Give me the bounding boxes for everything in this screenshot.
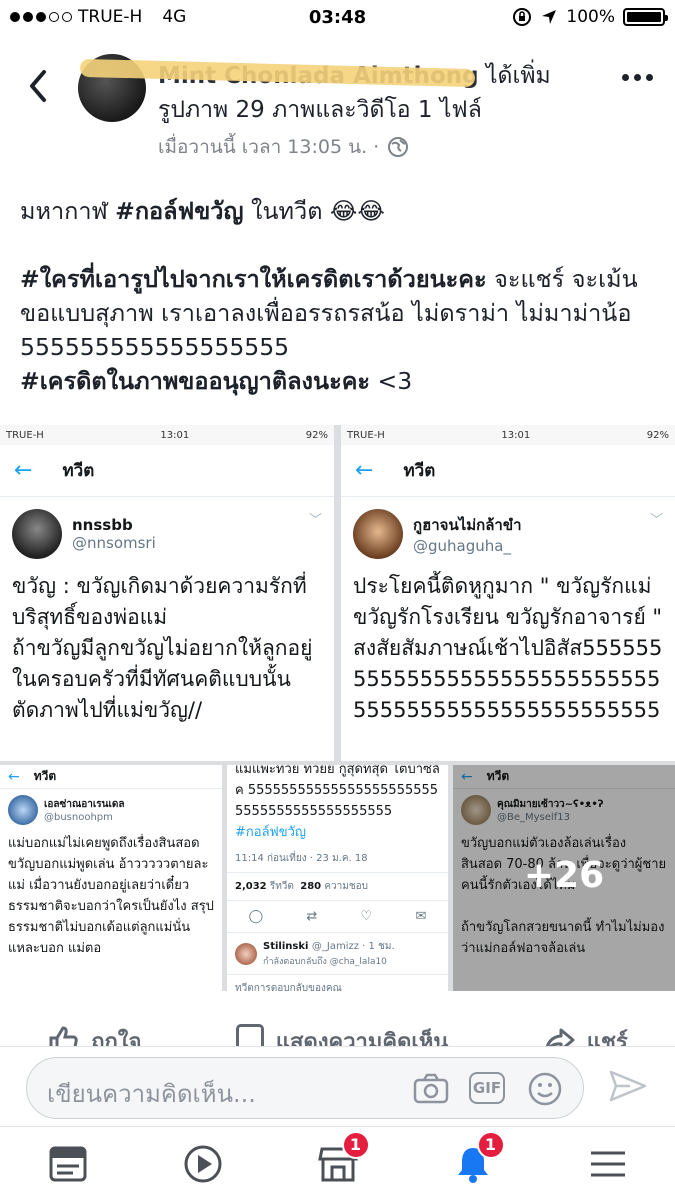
hashtag-golf-kwan[interactable]: #กอล์ฟขวัญ [115, 197, 243, 225]
camera-icon[interactable] [413, 1072, 449, 1106]
tweet-timestamp: 11:14 ก่อนเที่ยง · 23 ม.ค. 18 [235, 853, 368, 864]
mail-icon: ✉ [415, 909, 427, 924]
photo-1[interactable]: TRUE-H 13:01 92% ← ทวีต nnssbb @nnsomsri ﹀ ข… [0, 425, 334, 761]
post-body: มหากาฬ #กอล์ฟขวัญ ในทวีต 😂😂 #ใครที่เอารู… [20, 194, 660, 398]
tweet-author: nnssbb @nnsomsri ﹀ [0, 497, 334, 571]
tweet-header: ← ทวีต [0, 765, 222, 789]
tweet-author: เอลซ่าณอาเรนเดล @busnoohpm [0, 789, 222, 831]
hashtag-credit[interactable]: #ใครที่เอารูปไปจากเราให้เครดิตเราด้วยนะค… [20, 265, 487, 293]
send-icon[interactable] [608, 1069, 648, 1103]
photo-5[interactable]: ← ทวีต คุณมิมายเซ้าวว~ʕ•ᴥ•ʔ @Be_Myself13 ข… [453, 765, 675, 991]
back-arrow-icon[interactable] [24, 66, 54, 106]
tab-marketplace[interactable]: 1 [308, 1130, 370, 1189]
battery-icon [623, 8, 668, 26]
post-para3: #เครดิตในภาพขออนุญาติลงนะคะ <3 [20, 367, 413, 395]
marketplace-badge: 1 [341, 1130, 370, 1159]
reply-input: ทวีตการตอบกลับของคุณ [227, 974, 448, 991]
tab-watch[interactable] [173, 1139, 233, 1189]
network-label: 4G [162, 7, 187, 27]
tweet-text: แมแพะทวย ทวยย กูสุดทสุด โตบาซิลัค 555555… [235, 765, 440, 840]
post-summary: รูปภาพ 29 ภาพและวิดีโอ 1 ไฟล์ [158, 97, 482, 123]
chevron-down-icon: ﹀ [308, 513, 322, 528]
notifications-badge: 1 [476, 1130, 505, 1159]
comment-composer: เขียนความคิดเห็น... GIF [0, 1046, 675, 1124]
tab-news-feed[interactable] [38, 1139, 98, 1189]
back-arrow-icon: ← [8, 768, 20, 785]
battery-percent: 100% [566, 7, 615, 27]
tweet-avatar [12, 509, 62, 559]
back-arrow-icon: ← [14, 458, 33, 483]
tweet-actions: ◯ ⇄ ♡ ✉ [227, 901, 448, 933]
retweet-icon: ⇄ [306, 909, 318, 924]
signal-strength-icon [10, 12, 72, 22]
globe-icon [388, 137, 409, 157]
tweet-text: ขวัญ : ขวัญเกิดมาด้วยความรักที่บริสุทธิ์… [12, 574, 313, 722]
photo-status-bar: TRUE-H 13:01 92% [341, 425, 675, 445]
bottom-tab-bar: 1 1 [0, 1126, 675, 1200]
play-icon [184, 1145, 221, 1182]
status-bar: TRUE-H 4G 03:48 100% [0, 0, 675, 34]
more-options-icon[interactable] [622, 74, 653, 81]
tweet-stats: 2,032 รีทวีต 280 ความชอบ [227, 872, 448, 901]
post-header: Mint Chonlada Aimthong ได้เพิ่ม รูปภาพ 2… [0, 44, 675, 164]
photo-status-bar: TRUE-H 13:01 92% [0, 425, 334, 445]
post-para2: #ใครที่เอารูปไปจากเราให้เครดิตเราด้วยนะค… [20, 265, 639, 361]
tab-notifications[interactable]: 1 [443, 1130, 505, 1189]
reply-author: Stilinski @_Jamizz · 1 ชม. กำลังตอบกลับถึ… [227, 933, 448, 974]
photo-4[interactable]: แมแพะทวย ทวยย กูสุดทสุด โตบาซิลัค 555555… [227, 765, 448, 991]
tweet-header: ← ทวีต [341, 445, 675, 497]
comment-placeholder: เขียนความคิดเห็น... [47, 1080, 256, 1108]
reply-icon: ◯ [248, 909, 264, 924]
tweet-header: ← ทวีต [0, 445, 334, 497]
hamburger-menu-icon [590, 1151, 625, 1176]
back-arrow-icon: ← [355, 458, 374, 483]
location-arrow-icon [542, 10, 557, 24]
gif-icon[interactable]: GIF [469, 1072, 505, 1104]
tweet-text: ประโยคนี้ติดหูกูมาก " ขวัญรักแม่ ขวัญรัก… [353, 574, 669, 722]
carrier-label: TRUE-H [78, 7, 143, 27]
news-feed-icon [49, 1146, 86, 1181]
tab-menu[interactable] [578, 1139, 638, 1189]
more-photos-count: +26 [523, 855, 605, 896]
tweet-text: แม่บอกแม่ไม่เคยพูดถึงเรื่องสินสอด ขวัญบอ… [8, 836, 214, 956]
photo-grid: TRUE-H 13:01 92% ← ทวีต nnssbb @nnsomsri ﹀ ข… [0, 425, 675, 991]
tweet-avatar [353, 509, 403, 559]
reply-avatar [235, 942, 257, 965]
post-action: ได้เพิ่ม [485, 63, 551, 89]
tweet-avatar [8, 795, 38, 825]
photo-3[interactable]: ← ทวีต เอลซ่าณอาเรนเดล @busnoohpm แม่บอกแม… [0, 765, 222, 991]
hashtag-golf-kwan: #กอล์ฟขวัญ [235, 825, 307, 840]
post-meta: เมื่อวานนี้ เวลา 13:05 น. · [158, 132, 409, 162]
heart-icon: ♡ [360, 909, 373, 924]
post-timestamp[interactable]: เมื่อวานนี้ เวลา 13:05 น. · [158, 132, 379, 162]
post-line1: มหากาฬ #กอล์ฟขวัญ ในทวีต 😂😂 [20, 197, 385, 225]
emoji-icon[interactable] [527, 1072, 563, 1106]
chevron-down-icon: ﹀ [649, 513, 663, 528]
rotation-lock-icon [513, 8, 532, 26]
comment-input[interactable]: เขียนความคิดเห็น... GIF [26, 1057, 584, 1119]
photo-2[interactable]: TRUE-H 13:01 92% ← ทวีต กูฮาจนไม่กล้าขำ @guh… [341, 425, 675, 761]
tweet-author: กูฮาจนไม่กล้าขำ @guhaguha_ ﹀ [341, 497, 675, 571]
hashtag-credit-permission[interactable]: #เครดิตในภาพขออนุญาติลงนะคะ [20, 367, 370, 395]
